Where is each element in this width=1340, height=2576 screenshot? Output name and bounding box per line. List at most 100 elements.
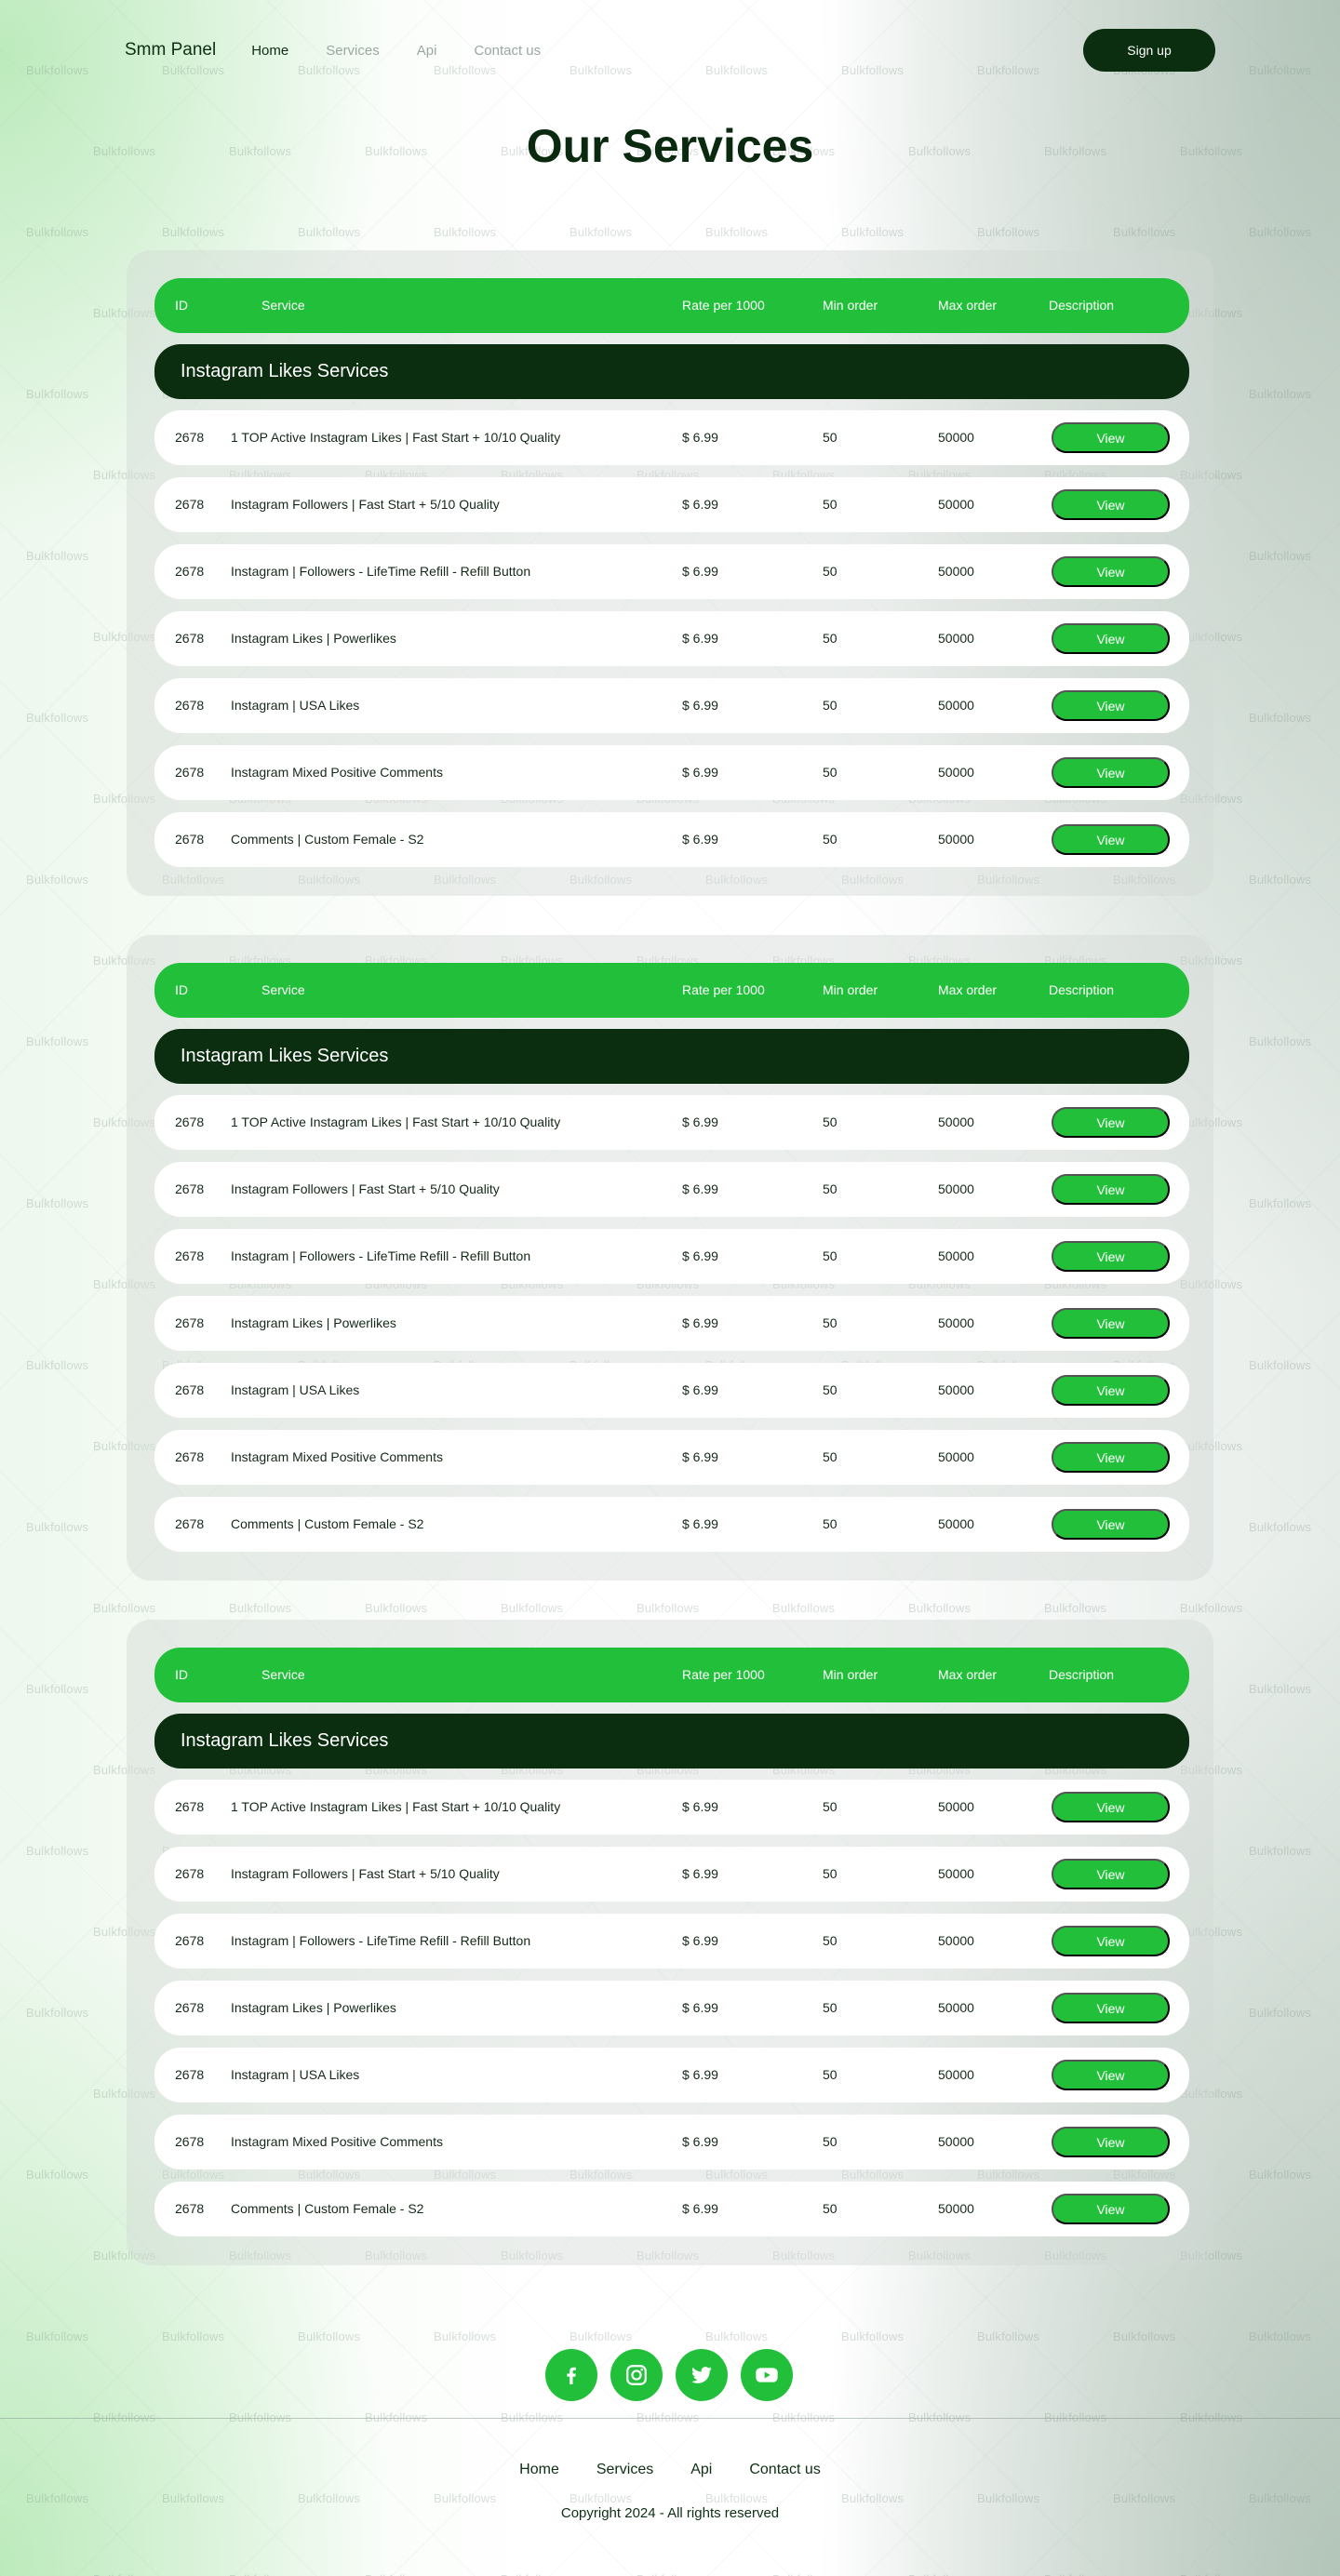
twitter-icon[interactable] [676, 2349, 728, 2401]
table-row: 2678 Instagram Mixed Positive Comments $… [154, 2115, 1189, 2169]
watermark-text: Bulkfollows [162, 2329, 225, 2343]
brand-logo[interactable]: Smm Panel [125, 40, 216, 60]
row-service-name: 1 TOP Active Instagram Likes | Fast Star… [231, 1799, 561, 1814]
copyright-text: Copyright 2024 - All rights reserved [560, 2505, 780, 2521]
watermark-text: Bulkfollows [636, 2572, 699, 2576]
view-button[interactable]: View [1052, 1442, 1170, 1473]
top-navbar: Smm Panel Home Services Api Contact us S… [125, 28, 1215, 73]
footer-nav: Home Services Api Contact us [0, 2462, 1340, 2478]
footer-link-contact[interactable]: Contact us [749, 2462, 820, 2478]
view-button[interactable]: View [1052, 422, 1170, 453]
view-button[interactable]: View [1052, 623, 1170, 654]
row-id: 2678 [175, 564, 205, 579]
footer-link-home[interactable]: Home [519, 2462, 559, 2478]
view-button[interactable]: View [1052, 2194, 1170, 2224]
row-service-name: Instagram | USA Likes [231, 1382, 360, 1397]
nav-link-api[interactable]: Api [417, 43, 437, 59]
row-service-name: Instagram Likes | Powerlikes [231, 2000, 396, 2015]
watermark-text: Bulkfollows [434, 225, 497, 239]
watermark-text: Bulkfollows [365, 1601, 428, 1615]
row-id: 2678 [175, 2000, 205, 2015]
row-id: 2678 [175, 1449, 205, 1464]
view-button[interactable]: View [1052, 824, 1170, 855]
footer-link-api[interactable]: Api [690, 2462, 712, 2478]
category-heading: Instagram Likes Services [154, 344, 1189, 399]
row-id: 2678 [175, 1382, 205, 1397]
row-max-order: 50000 [938, 1248, 974, 1263]
watermark-text: Bulkfollows [298, 225, 361, 239]
table-row: 2678 Comments | Custom Female - S2 $ 6.9… [154, 2182, 1189, 2236]
row-service-name: Instagram | Followers - LifeTime Refill … [231, 1933, 531, 1948]
watermark-text: Bulkfollows [841, 225, 904, 239]
signup-button[interactable]: Sign up [1083, 29, 1215, 72]
watermark-text: Bulkfollows [841, 2329, 904, 2343]
watermark-text: Bulkfollows [26, 2491, 89, 2505]
watermark-text: Bulkfollows [636, 1601, 700, 1615]
view-button[interactable]: View [1052, 2060, 1170, 2090]
watermark-text: Bulkfollows [93, 1601, 156, 1615]
view-button[interactable]: View [1052, 1792, 1170, 1822]
watermark-text: Bulkfollows [26, 2168, 89, 2182]
view-button[interactable]: View [1052, 1308, 1170, 1339]
watermark-text: Bulkfollows [772, 1601, 836, 1615]
footer-link-services[interactable]: Services [596, 2462, 653, 2478]
view-button[interactable]: View [1052, 2127, 1170, 2157]
table-row: 2678 Instagram | USA Likes $ 6.99 50 500… [154, 678, 1189, 733]
view-button[interactable]: View [1052, 1993, 1170, 2023]
row-rate: $ 6.99 [682, 564, 718, 579]
row-id: 2678 [175, 1181, 205, 1196]
facebook-icon[interactable] [545, 2349, 597, 2401]
table-row: 2678 Comments | Custom Female - S2 $ 6.9… [154, 1497, 1189, 1552]
youtube-icon[interactable] [741, 2349, 793, 2401]
row-service-name: Instagram | USA Likes [231, 2067, 360, 2082]
row-service-name: Comments | Custom Female - S2 [231, 832, 424, 847]
view-button[interactable]: View [1052, 1174, 1170, 1205]
row-min-order: 50 [823, 2134, 838, 2149]
services-table-card-1: ID Service Rate per 1000 Min order Max o… [127, 250, 1213, 896]
row-max-order: 50000 [938, 1933, 974, 1948]
watermark-text: Bulkfollows [1249, 873, 1312, 887]
row-service-name: Instagram Mixed Positive Comments [231, 765, 443, 780]
header-id: ID [175, 298, 188, 313]
watermark-text: Bulkfollows [26, 225, 89, 239]
row-id: 2678 [175, 1114, 205, 1129]
services-table-card-3: ID Service Rate per 1000 Min order Max o… [127, 1620, 1213, 2265]
row-rate: $ 6.99 [682, 1315, 718, 1330]
view-button[interactable]: View [1052, 1859, 1170, 1889]
instagram-icon[interactable] [610, 2349, 663, 2401]
row-rate: $ 6.99 [682, 1866, 718, 1881]
row-min-order: 50 [823, 1933, 838, 1948]
header-max-order: Max order [938, 1667, 998, 1682]
nav-link-contact[interactable]: Contact us [474, 43, 541, 59]
watermark-text: Bulkfollows [434, 2329, 497, 2343]
row-max-order: 50000 [938, 1181, 974, 1196]
view-button[interactable]: View [1052, 1509, 1170, 1540]
row-min-order: 50 [823, 564, 838, 579]
watermark-text: Bulkfollows [501, 2572, 563, 2576]
row-min-order: 50 [823, 1114, 838, 1129]
watermark-text: Bulkfollows [1249, 1844, 1312, 1858]
row-service-name: Instagram Mixed Positive Comments [231, 2134, 443, 2149]
nav-link-home[interactable]: Home [251, 43, 288, 59]
header-description: Description [1049, 298, 1115, 313]
row-service-name: 1 TOP Active Instagram Likes | Fast Star… [231, 1114, 561, 1129]
view-button[interactable]: View [1052, 1241, 1170, 1272]
view-button[interactable]: View [1052, 1375, 1170, 1406]
view-button[interactable]: View [1052, 690, 1170, 721]
table-row: 2678 Instagram Followers | Fast Start + … [154, 1847, 1189, 1902]
view-button[interactable]: View [1052, 1926, 1170, 1956]
watermark-text: Bulkfollows [365, 2572, 427, 2576]
watermark-text: Bulkfollows [1113, 2491, 1176, 2505]
table-row: 2678 Instagram Mixed Positive Comments $… [154, 745, 1189, 800]
row-max-order: 50000 [938, 1114, 974, 1129]
view-button[interactable]: View [1052, 1107, 1170, 1138]
view-button[interactable]: View [1052, 489, 1170, 520]
view-button[interactable]: View [1052, 556, 1170, 587]
watermark-text: Bulkfollows [570, 2491, 633, 2505]
row-rate: $ 6.99 [682, 430, 718, 445]
view-button[interactable]: View [1052, 757, 1170, 788]
header-service: Service [261, 982, 305, 997]
header-id: ID [175, 982, 188, 997]
nav-link-services[interactable]: Services [326, 43, 380, 59]
watermark-text: Bulkfollows [229, 2572, 291, 2576]
